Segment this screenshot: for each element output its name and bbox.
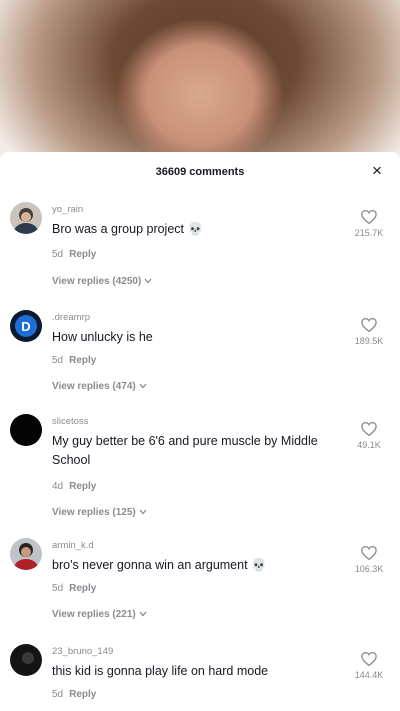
comments-sheet: 36609 comments × yo_rain Bro was a group… (0, 152, 400, 711)
avatar[interactable] (10, 202, 42, 234)
comment-age: 5d (52, 249, 64, 260)
reply-button[interactable]: Reply (69, 689, 96, 700)
avatar[interactable] (10, 644, 42, 676)
view-replies-button[interactable]: View replies (474) (52, 381, 147, 392)
reply-button[interactable]: Reply (69, 481, 96, 492)
heart-icon[interactable] (360, 316, 378, 334)
chevron-down-icon (139, 611, 147, 617)
comment-age: 5d (52, 689, 64, 700)
comment-text: Bro was a group project 💀 (52, 222, 204, 236)
comment-text: How unlucky is he (52, 330, 153, 344)
close-icon[interactable]: × (368, 162, 386, 180)
like-control: 49.1K (344, 420, 394, 450)
chevron-down-icon (139, 383, 147, 389)
comment-meta: 4d Reply (52, 481, 96, 492)
comment-meta: 5d Reply (52, 689, 96, 700)
view-replies-label: View replies (4250) (52, 276, 142, 287)
comment-username[interactable]: slicetoss (52, 416, 88, 427)
heart-icon[interactable] (360, 208, 378, 226)
like-control: 215.7K (344, 208, 394, 238)
comment-meta: 5d Reply (52, 355, 96, 366)
comment-text: bro's never gonna win an argument 💀 (52, 558, 267, 572)
reply-button[interactable]: Reply (69, 355, 96, 366)
like-control: 144.4K (344, 650, 394, 680)
view-replies-label: View replies (221) (52, 609, 136, 620)
comment-age: 5d (52, 583, 64, 594)
heart-icon[interactable] (360, 420, 378, 438)
view-replies-button[interactable]: View replies (221) (52, 609, 147, 620)
video-background (0, 0, 400, 160)
view-replies-label: View replies (125) (52, 507, 136, 518)
avatar[interactable] (10, 414, 42, 446)
comment-username[interactable]: armin_k.d (52, 540, 94, 551)
avatar[interactable] (10, 538, 42, 570)
like-count: 49.1K (357, 440, 381, 450)
like-count: 189.5K (354, 336, 384, 346)
comment-username[interactable]: yo_rain (52, 204, 83, 215)
comments-header: 36609 comments × (0, 152, 400, 192)
heart-icon[interactable] (360, 650, 378, 668)
svg-text:D: D (21, 319, 30, 334)
comment-age: 5d (52, 355, 64, 366)
view-replies-label: View replies (474) (52, 381, 136, 392)
comment-text: My guy better be 6'6 and pure muscle by … (52, 434, 318, 467)
like-count: 144.4K (354, 670, 384, 680)
like-control: 106.3K (344, 544, 394, 574)
chevron-down-icon (144, 278, 152, 284)
reply-button[interactable]: Reply (69, 583, 96, 594)
comment-meta: 5d Reply (52, 583, 96, 594)
like-control: 189.5K (344, 316, 394, 346)
reply-button[interactable]: Reply (69, 249, 96, 260)
view-replies-button[interactable]: View replies (4250) (52, 276, 152, 287)
comment-text: this kid is gonna play life on hard mode (52, 664, 269, 678)
like-count: 215.7K (354, 228, 384, 238)
view-replies-button[interactable]: View replies (125) (52, 507, 147, 518)
comment-age: 4d (52, 481, 64, 492)
comment-username[interactable]: .dreamrp (52, 312, 90, 323)
comment-count: 36609 comments (155, 166, 245, 178)
comment-username[interactable]: 23_bruno_149 (52, 646, 113, 657)
avatar[interactable]: D (10, 310, 42, 342)
like-count: 106.3K (354, 564, 384, 574)
heart-icon[interactable] (360, 544, 378, 562)
chevron-down-icon (139, 509, 147, 515)
comment-meta: 5d Reply (52, 249, 96, 260)
